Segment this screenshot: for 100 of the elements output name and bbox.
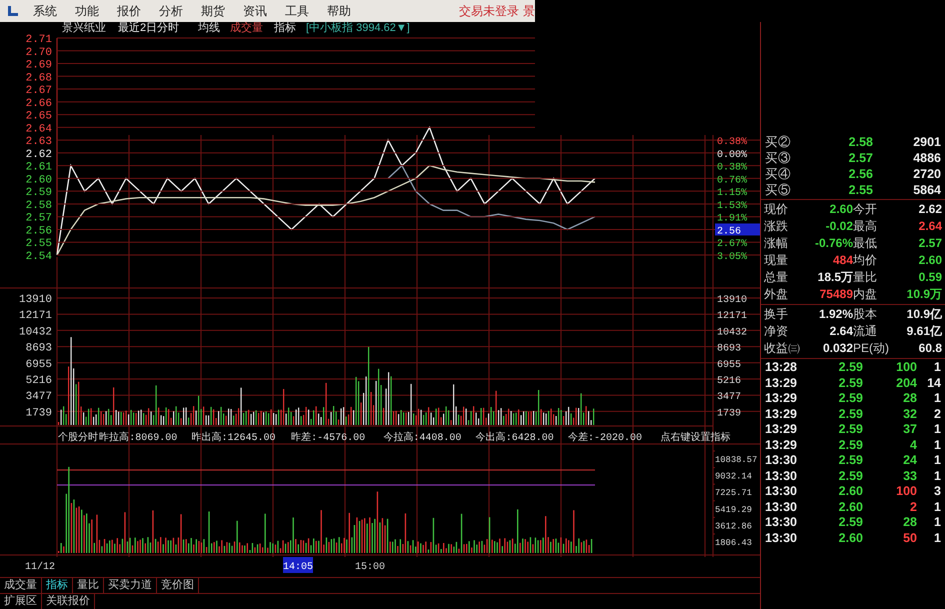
stat-value: 75489 bbox=[818, 286, 853, 303]
tick-price: 2.59 bbox=[838, 391, 863, 406]
price-axis-label: 2.57 bbox=[26, 212, 52, 225]
stat-value: 10.9亿 bbox=[906, 306, 942, 323]
stat-value: 2.60 bbox=[918, 252, 942, 269]
stat-label: 流通 bbox=[853, 323, 878, 340]
tick-price: 2.59 bbox=[838, 406, 863, 422]
time-cursor-label: 14:05 bbox=[283, 557, 313, 573]
tick-volume: 204 bbox=[895, 376, 917, 391]
indicator-readout: 点右键设置指标 bbox=[660, 433, 730, 444]
percent-axis-label: 0.38% bbox=[717, 137, 748, 148]
volume-axis-label: 13910 bbox=[717, 295, 748, 306]
percent-axis-label: 1.91% bbox=[717, 214, 748, 225]
stat-value: 2.57 bbox=[918, 235, 942, 252]
tick-time: 13:30 bbox=[765, 453, 798, 468]
tick-time: 13:28 bbox=[765, 360, 798, 376]
tick-price: 2.60 bbox=[838, 484, 863, 500]
tick-time: 13:30 bbox=[765, 530, 798, 546]
price-axis-label: 2.67 bbox=[26, 85, 52, 98]
stat-value: -0.76% bbox=[814, 235, 853, 252]
stat-value: 0.59 bbox=[918, 269, 942, 286]
order-label: 买⑤ bbox=[765, 182, 792, 198]
menu-item[interactable]: 报价 bbox=[108, 2, 150, 20]
price-axis-label: 2.58 bbox=[26, 200, 52, 212]
price-axis-label: 2.71 bbox=[26, 34, 52, 46]
tick-time: 13:29 bbox=[765, 376, 798, 391]
stat-label: 内盘 bbox=[853, 286, 878, 303]
stat-value: 60.8 bbox=[918, 340, 942, 357]
tick-time: 13:29 bbox=[765, 391, 798, 406]
price-axis-label: 2.64 bbox=[26, 123, 52, 136]
volume-axis-label: 3477 bbox=[717, 392, 742, 404]
tick-time: 13:30 bbox=[765, 484, 798, 500]
volume-axis-label: 12171 bbox=[717, 311, 748, 322]
volume-axis-label: 1739 bbox=[717, 408, 742, 420]
stat-value: 2.60 bbox=[828, 201, 853, 218]
stat-label: 今开 bbox=[853, 201, 878, 218]
stat-value: -0.02 bbox=[824, 218, 853, 235]
order-label: 买④ bbox=[765, 166, 792, 182]
tick-price: 2.59 bbox=[838, 376, 863, 391]
volume-axis-label: 6955 bbox=[717, 360, 742, 371]
menu-item[interactable]: 分析 bbox=[150, 2, 192, 20]
stat-label: 均价 bbox=[853, 252, 878, 269]
percent-axis-label: 1.53% bbox=[717, 200, 748, 212]
tick-volume: 37 bbox=[902, 422, 917, 438]
stat-label: 总量 bbox=[764, 269, 789, 286]
stat-value: 18.5万 bbox=[816, 269, 853, 286]
percent-axis-label: 0.00% bbox=[717, 150, 748, 161]
indicator-readout: 今出高:6428.00 bbox=[476, 433, 554, 444]
indicator-axis-label: 3612.86 bbox=[715, 521, 752, 532]
stat-label: 最高 bbox=[853, 218, 878, 235]
stat-label: 换手 bbox=[764, 306, 789, 323]
tick-price: 2.59 bbox=[838, 438, 863, 453]
bid-volume: 4886 bbox=[912, 150, 941, 166]
tick-volume: 100 bbox=[895, 360, 917, 376]
price-axis-label: 2.60 bbox=[26, 174, 52, 186]
stat-value: 2.62 bbox=[918, 201, 942, 218]
indicator-axis-label: 10838.57 bbox=[715, 455, 758, 465]
bid-price: 2.56 bbox=[848, 166, 873, 182]
volume-axis-label: 13910 bbox=[18, 294, 52, 306]
indicator-axis-label: 7225.71 bbox=[715, 488, 752, 498]
price-axis-label: 2.54 bbox=[26, 251, 52, 263]
stat-label: 收益㈢ bbox=[764, 340, 801, 357]
percent-axis-label: 0.76% bbox=[717, 175, 748, 186]
order-label: 买② bbox=[765, 134, 792, 150]
menu-item[interactable]: 系统 bbox=[24, 2, 66, 20]
menu-item[interactable]: 功能 bbox=[66, 2, 108, 20]
percent-axis-label: 3.05% bbox=[717, 252, 748, 263]
legend-label: 均线 bbox=[198, 22, 220, 34]
volume-axis-label: 3477 bbox=[26, 391, 52, 404]
menu-item[interactable]: 帮助 bbox=[318, 2, 360, 20]
price-axis-label: 2.59 bbox=[26, 187, 52, 200]
tick-volume: 50 bbox=[902, 530, 917, 546]
stat-value: 2.64 bbox=[828, 323, 853, 340]
stat-label: 量比 bbox=[853, 269, 878, 286]
stat-label: 现量 bbox=[764, 252, 789, 269]
tick-time: 13:30 bbox=[765, 500, 798, 515]
price-axis-label: 2.61 bbox=[26, 162, 52, 174]
bid-price: 2.58 bbox=[848, 134, 873, 150]
stat-label: 最低 bbox=[853, 235, 878, 252]
tick-volume: 28 bbox=[902, 391, 917, 406]
price-axis-label: 2.56 bbox=[26, 225, 52, 238]
tick-count: 1 bbox=[933, 530, 941, 546]
tick-count: 14 bbox=[926, 376, 941, 391]
tick-volume: 4 bbox=[909, 438, 917, 453]
tick-price: 2.60 bbox=[838, 530, 863, 546]
indicator-readout: 个股分时 bbox=[58, 433, 98, 444]
volume-axis-label: 10432 bbox=[717, 327, 748, 338]
price-axis-label: 2.66 bbox=[26, 98, 52, 110]
menu-item[interactable]: 工具 bbox=[276, 2, 318, 20]
stat-value: 10.9万 bbox=[906, 286, 942, 303]
indicator-axis-label: 5419.29 bbox=[715, 504, 752, 515]
volume-axis-label: 5216 bbox=[717, 376, 742, 387]
menu-item[interactable]: 期货 bbox=[192, 2, 234, 20]
indicator-readout: 今差:-2020.00 bbox=[568, 433, 642, 444]
tick-time: 13:29 bbox=[765, 406, 798, 422]
tick-price: 2.59 bbox=[838, 422, 863, 438]
menu-item[interactable]: 资讯 bbox=[234, 2, 276, 20]
stat-label: 涨跌 bbox=[764, 218, 789, 235]
price-axis-label: 2.70 bbox=[26, 46, 52, 59]
tick-price: 2.59 bbox=[838, 360, 863, 376]
